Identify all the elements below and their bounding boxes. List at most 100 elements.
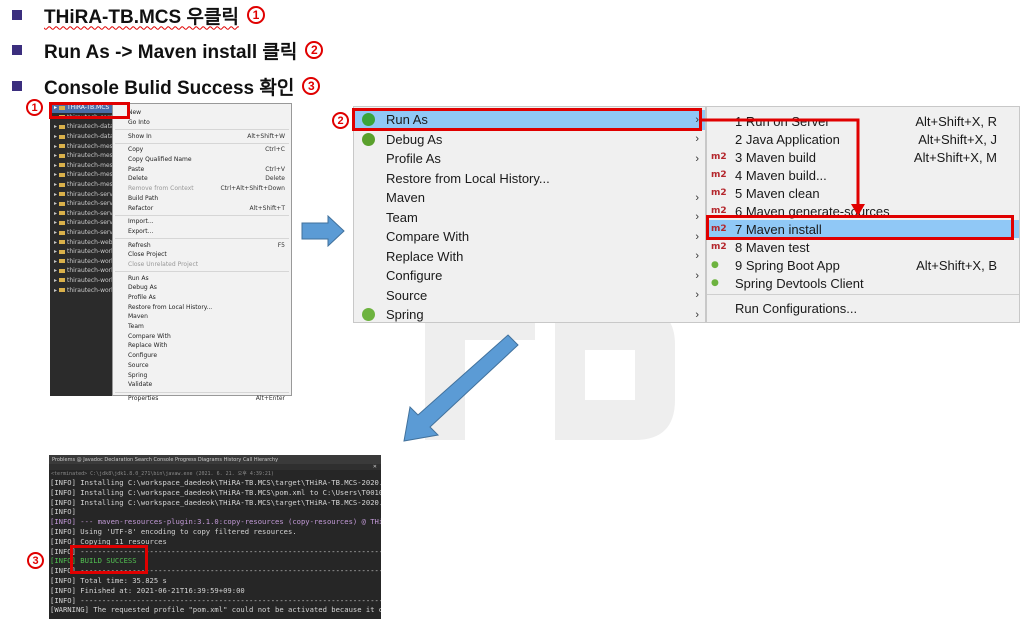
menu-item[interactable]: Compare With	[113, 331, 291, 341]
explorer-item[interactable]: ▸ thirautech-work	[50, 266, 116, 276]
menu-item[interactable]: Validate	[113, 380, 291, 390]
explorer-item[interactable]: ▸ thirautech-servi	[50, 199, 116, 209]
menu-item[interactable]: Restore from Local History...	[354, 169, 705, 189]
chevron-right-icon: ›	[695, 269, 699, 282]
menu-separator	[115, 141, 289, 145]
step-2-number: 2	[305, 41, 324, 59]
menu-item-label: Run Configurations...	[735, 300, 858, 316]
menu-item-label: Debug As	[128, 284, 157, 292]
menu-item[interactable]: Copy Ctrl+C	[113, 145, 291, 155]
explorer-item[interactable]: ▸ thirautech-mess	[50, 180, 116, 190]
menu-item-label: Show In	[128, 132, 152, 140]
menu-item[interactable]: Debug As	[113, 283, 291, 293]
explorer-item[interactable]: ▸ thirautech-work	[50, 247, 116, 257]
menu-item[interactable]: Source	[113, 361, 291, 371]
menu-item-label: Profile As	[386, 151, 441, 167]
explorer-item-label: thirautech-servi	[67, 209, 115, 217]
menu-item[interactable]: Debug As ›	[354, 130, 705, 150]
console-line: [INFO] Installing C:\workspace_daedeok\T…	[50, 487, 381, 497]
menu-item-label: Restore from Local History...	[386, 170, 550, 186]
bullet-icon	[12, 81, 22, 91]
menu-item[interactable]: Build Path	[113, 194, 291, 204]
menu-item[interactable]: Replace With ›	[354, 247, 705, 267]
explorer-item[interactable]: ▸ thirautech-mess	[50, 141, 116, 151]
menu-item[interactable]: Maven	[113, 312, 291, 322]
menu-item[interactable]: Spring	[113, 370, 291, 380]
console-tabs[interactable]: Problems @ Javadoc Declaration Search Co…	[49, 455, 381, 464]
menu-item[interactable]: Copy Qualified Name	[113, 155, 291, 165]
menu-item[interactable]: Properties Alt+Enter	[113, 394, 291, 404]
explorer-item[interactable]: ▸ thirautech-mess	[50, 161, 116, 171]
explorer-item-label: thirautech-mess	[67, 161, 116, 169]
menu-item[interactable]: Refactor Alt+Shift+T	[113, 203, 291, 213]
spring-boot-icon: ●	[711, 260, 719, 270]
bullet-icon	[12, 10, 22, 20]
explorer-item[interactable]: ▸ thirautech-mess	[50, 170, 116, 180]
menu-item[interactable]: Export...	[113, 227, 291, 237]
explorer-item[interactable]: ▸ thirautech-mess	[50, 151, 116, 161]
explorer-item[interactable]: ▸ thirautech-servi	[50, 189, 116, 199]
explorer-item[interactable]: ▸ thirautech-servi	[50, 228, 116, 238]
menu-item[interactable]: ● 9 Spring Boot App Alt+Shift+X, B	[707, 256, 1019, 274]
menu-item[interactable]: ● Spring Devtools Client	[707, 274, 1019, 292]
menu-item[interactable]: Compare With ›	[354, 227, 705, 247]
step-1-number: 1	[246, 6, 265, 24]
folder-icon	[59, 249, 66, 254]
folder-icon	[59, 268, 66, 273]
menu-item[interactable]: Delete Delete	[113, 174, 291, 184]
menu-item[interactable]: Close Project	[113, 250, 291, 260]
menu-item-label: 8 Maven test	[735, 239, 810, 255]
menu-item[interactable]: Source ›	[354, 286, 705, 306]
explorer-item[interactable]: ▸ thirautech-work	[50, 276, 116, 286]
menu-item[interactable]: Refresh F5	[113, 240, 291, 250]
zoom-context-menu: Run As › Debug As › Profile As › Restore from …	[353, 106, 706, 323]
folder-icon	[59, 220, 66, 225]
menu-item[interactable]: Configure ›	[354, 266, 705, 286]
menu-item[interactable]: Restore from Local History...	[113, 302, 291, 312]
step-1-text: THiRA-TB.MCS 우클릭	[44, 6, 239, 28]
explorer-item[interactable]: ▸ thirautech-data	[50, 132, 116, 142]
explorer-item[interactable]: ▸ thirautech-data	[50, 122, 116, 132]
menu-item[interactable]: Configure	[113, 351, 291, 361]
step-2: Run As -> Maven install 클릭 2	[12, 37, 324, 63]
menu-item[interactable]: Spring ›	[354, 305, 705, 325]
menu-separator	[707, 294, 1019, 295]
explorer-item[interactable]: ▸ thirautech-web	[50, 237, 116, 247]
menu-item[interactable]: Team	[113, 322, 291, 332]
menu-item[interactable]: Run Configurations...	[707, 299, 1019, 317]
menu-item[interactable]: Profile As	[113, 293, 291, 303]
menu-item[interactable]: Import...	[113, 217, 291, 227]
menu-item[interactable]: Replace With	[113, 341, 291, 351]
menu-item[interactable]: Run As	[113, 273, 291, 283]
chevron-right-icon: ›	[695, 133, 699, 146]
menu-item-label: Validate	[128, 381, 153, 389]
menu-item[interactable]: Go Into	[113, 118, 291, 128]
menu-item[interactable]: Team ›	[354, 208, 705, 228]
menu-item[interactable]: Paste Ctrl+V	[113, 164, 291, 174]
explorer-item[interactable]: ▸ thirautech-work	[50, 285, 116, 295]
menu-item-label: Team	[128, 323, 144, 331]
menu-item[interactable]: Profile As ›	[354, 149, 705, 169]
explorer-item-label: thirautech-servi	[67, 219, 115, 227]
menu-item[interactable]: Maven ›	[354, 188, 705, 208]
explorer-item[interactable]: ▸ thirautech-work	[50, 257, 116, 267]
maven-icon: ●	[711, 278, 719, 288]
menu-separator	[115, 236, 289, 240]
menu-item-label: Run As	[128, 274, 149, 282]
explorer-item-label: thirautech-mess	[67, 171, 116, 179]
menu-item-label: Compare With	[128, 332, 171, 340]
menu-item[interactable]: New	[113, 108, 291, 118]
explorer-item[interactable]: ▸ thirautech-servi	[50, 209, 116, 219]
menu-item-label: 9 Spring Boot App	[735, 257, 840, 273]
connector-arrow	[702, 118, 865, 216]
menu-item-label: Configure	[386, 268, 443, 284]
menu-item[interactable]: Show In Alt+Shift+W	[113, 131, 291, 141]
menu-item[interactable]: m2 8 Maven test	[707, 238, 1019, 256]
explorer-item-label: thirautech-data	[67, 133, 114, 141]
explorer-item[interactable]: ▸ thirautech-servi	[50, 218, 116, 228]
console-line: [INFO] Installing C:\workspace_daedeok\T…	[50, 478, 381, 487]
explorer-item-label: thirautech-work	[67, 276, 115, 284]
console-panel: Problems @ Javadoc Declaration Search Co…	[49, 455, 381, 619]
menu-item-label: Maven	[128, 313, 148, 321]
folder-icon	[59, 124, 66, 129]
